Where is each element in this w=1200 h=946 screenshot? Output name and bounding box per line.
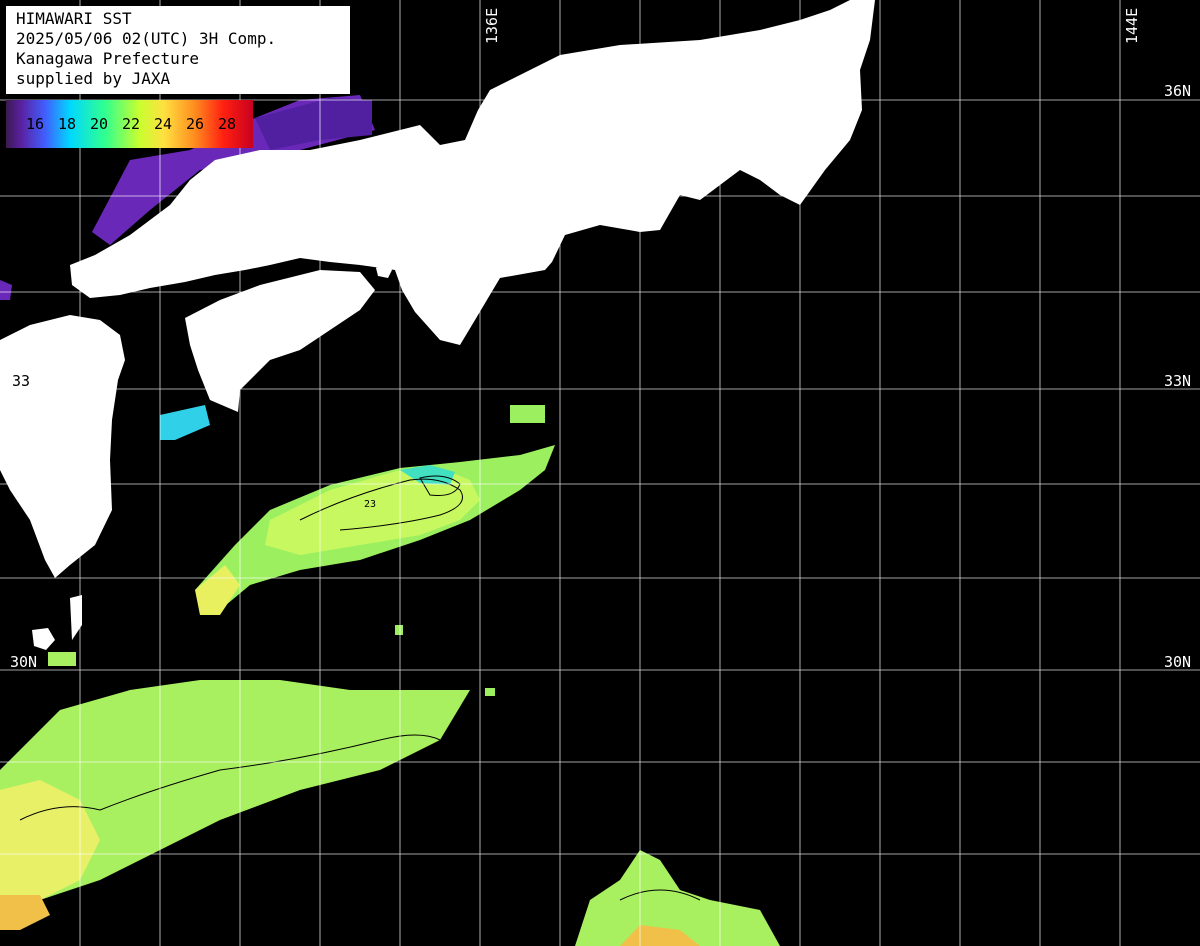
legend-label-26: 26 [186,115,205,133]
legend-label-16: 16 [26,115,45,133]
lat-label-36n: 36N [1164,82,1191,100]
lat-label-33-left: 33 [12,372,30,390]
temperature-color-legend: 16 18 20 22 24 26 28 [6,100,253,148]
lat-label-33n: 33N [1164,372,1191,390]
title-product: HIMAWARI SST [16,9,132,28]
lat-label-30n-left: 30N [10,653,37,671]
lon-label-144e: 144E [1123,8,1141,44]
sst-speck-1 [48,652,76,666]
legend-label-20: 20 [90,115,109,133]
sst-speck-3 [395,625,403,635]
sst-speck-4 [485,688,495,696]
sst-speck-2 [510,405,545,423]
title-datetime: 2025/05/06 02(UTC) 3H Comp. [16,29,277,48]
lon-label-136e: 136E [483,8,501,44]
legend-label-28: 28 [218,115,237,133]
contour-label-23: 23 [364,499,376,510]
title-organization: Kanagawa Prefecture [16,49,200,68]
map-title-box: HIMAWARI SST 2025/05/06 02(UTC) 3H Comp.… [6,6,350,94]
title-supplier: supplied by JAXA [16,69,171,88]
legend-label-18: 18 [58,115,77,133]
legend-label-24: 24 [154,115,173,133]
legend-label-22: 22 [122,115,141,133]
lat-label-30n: 30N [1164,653,1191,671]
